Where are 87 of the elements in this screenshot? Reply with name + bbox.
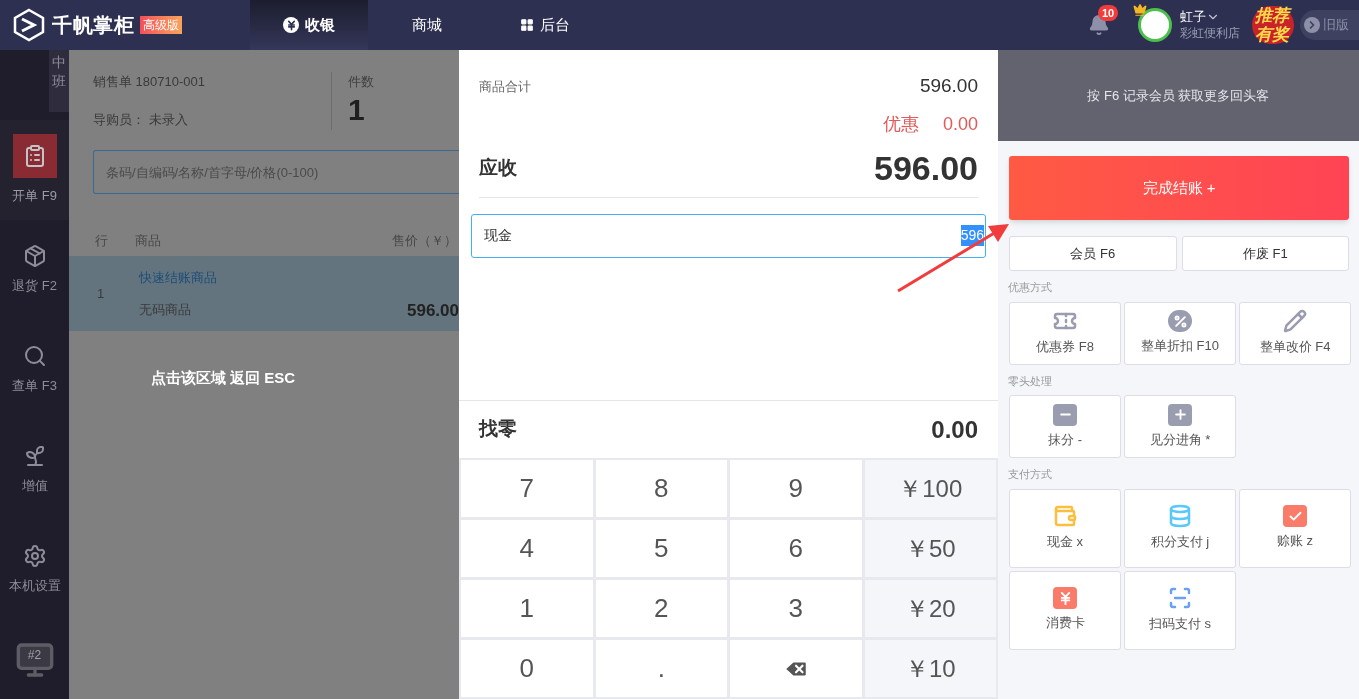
edition-badge: 高级版 — [140, 16, 182, 34]
option-tile[interactable]: 现金 x — [1009, 488, 1121, 568]
plus-icon — [1168, 403, 1192, 426]
settings-icon — [22, 544, 47, 569]
logo-icon — [12, 8, 46, 42]
section-title: 零头处理 — [1008, 373, 1053, 389]
yen-icon — [283, 17, 299, 33]
nav-tab[interactable]: 收银 — [250, 0, 368, 50]
digit-key[interactable]: 6 — [730, 520, 862, 577]
option-tile[interactable]: 整单改价 F4 — [1239, 301, 1351, 365]
sidebar-item[interactable]: 退货 F2 — [0, 220, 69, 320]
product-code: 无码商品 — [139, 300, 192, 319]
section-title: 优惠方式 — [1008, 280, 1053, 295]
member-hint: 按 F6 记录会员 获取更多回头客 — [1087, 86, 1270, 105]
yen-card-icon — [1053, 587, 1077, 610]
wallet-icon — [1053, 504, 1077, 529]
clipboard-icon — [12, 134, 57, 179]
store-name: 彩虹便利店 — [1180, 25, 1240, 42]
digit-key[interactable]: 0 — [461, 640, 593, 697]
digit-key[interactable]: 5 — [595, 520, 727, 577]
brand-name: 千帆掌柜 — [52, 13, 134, 38]
return-hint[interactable]: 点击该区域 返回 ESC — [151, 369, 296, 386]
option-tile[interactable]: 扫码支付 s — [1124, 570, 1236, 650]
shift-tab[interactable]: 中班 — [49, 50, 69, 112]
box-icon — [22, 244, 47, 269]
option-tile[interactable]: 赊账 z — [1239, 488, 1351, 568]
count-label: 件数 — [348, 73, 374, 91]
column-header: 行 — [95, 231, 109, 250]
product-price: 596.00 — [407, 299, 459, 322]
digit-key[interactable]: 9 — [730, 460, 862, 517]
digit-key[interactable]: 8 — [595, 460, 727, 517]
cash-payment-field[interactable]: 现金 596 — [471, 213, 986, 258]
database-icon — [1168, 504, 1192, 529]
item-count: 1 — [348, 91, 366, 128]
payment-amount: 596 — [960, 225, 984, 246]
sidebar-item[interactable]: 增值 — [0, 420, 69, 520]
subtotal-amount: 596.00 — [919, 74, 978, 98]
nav-tab[interactable]: 后台 — [486, 0, 604, 50]
chevron-right-icon — [1304, 17, 1320, 33]
amount-due-label: 应收 — [479, 155, 517, 180]
sidebar-item[interactable]: 开单 F9 — [0, 120, 69, 220]
discount-amount: 0.00 — [942, 112, 978, 136]
digit-key[interactable]: 4 — [461, 520, 593, 577]
option-tile[interactable]: 整单折扣 F10 — [1124, 301, 1236, 365]
option-tile[interactable]: 消费卡 — [1009, 570, 1121, 650]
search-icon — [22, 344, 47, 369]
option-tile[interactable]: 积分支付 j — [1124, 488, 1236, 568]
order-number: 销售单 180710-001 — [93, 73, 206, 91]
digit-key[interactable]: . — [595, 640, 727, 697]
change-label: 找零 — [479, 417, 517, 442]
action-button[interactable]: 作废 F1 — [1181, 236, 1349, 271]
digit-key[interactable]: 2 — [595, 580, 727, 637]
referral-promo[interactable]: 推荐有奖 — [1252, 6, 1294, 44]
option-tile[interactable]: 优惠券 F8 — [1009, 301, 1121, 365]
digit-key[interactable]: 1 — [461, 580, 593, 637]
section-title: 支付方式 — [1008, 467, 1053, 482]
shopping-guide: 导购员： 未录入 — [93, 110, 189, 129]
option-tile[interactable]: 见分进角 * — [1124, 395, 1236, 458]
sidebar-item[interactable]: 查单 F3 — [0, 320, 69, 420]
discount-label: 优惠 — [882, 112, 919, 136]
product-name: 快速结账商品 — [139, 269, 218, 287]
crown-icon — [1133, 3, 1147, 17]
grid-icon — [520, 18, 534, 32]
row-index: 1 — [97, 284, 106, 303]
user-name[interactable]: 虹子 — [1180, 8, 1206, 25]
percent-icon — [1168, 310, 1192, 333]
action-button[interactable]: 会员 F6 — [1009, 236, 1177, 271]
change-amount: 0.00 — [931, 414, 978, 445]
nav-tab[interactable]: 商城 — [368, 0, 486, 50]
digit-key[interactable]: 3 — [730, 580, 862, 637]
avatar[interactable] — [1138, 8, 1172, 42]
option-tile[interactable]: 抹分 - — [1009, 395, 1121, 458]
subtotal-label: 商品合计 — [479, 77, 531, 96]
digit-key[interactable]: 7 — [461, 460, 593, 517]
quick-amount-key[interactable]: ￥50 — [864, 520, 996, 577]
notification-count: 10 — [1098, 5, 1119, 21]
check-icon — [1283, 505, 1307, 528]
pencil-icon — [1283, 309, 1307, 334]
sidebar-item[interactable]: 本机设置 — [0, 520, 69, 620]
payment-method-label: 现金 — [484, 226, 512, 245]
amount-due: 596.00 — [874, 147, 978, 189]
quick-amount-key[interactable]: ￥20 — [864, 580, 996, 637]
quick-amount-key[interactable]: ￥10 — [864, 640, 996, 697]
backspace-key[interactable] — [730, 640, 862, 697]
quick-amount-key[interactable]: ￥100 — [864, 460, 996, 517]
scan-icon — [1168, 586, 1192, 611]
minus-icon — [1053, 403, 1077, 426]
